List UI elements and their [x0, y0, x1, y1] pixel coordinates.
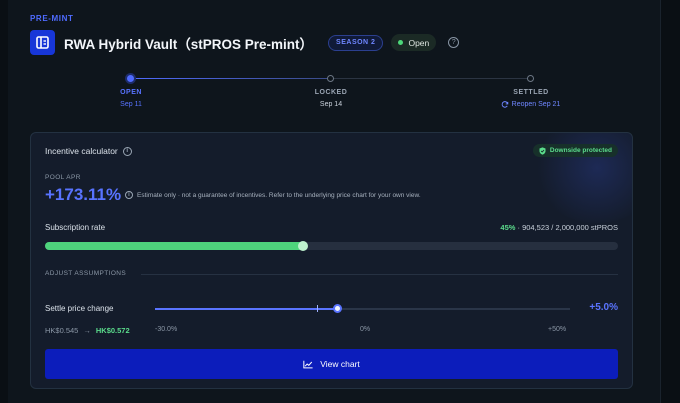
refresh-icon [501, 101, 509, 108]
view-chart-label: View chart [320, 359, 360, 369]
settle-price-value: +5.0% [589, 302, 618, 313]
subscription-progress-knob [297, 241, 308, 251]
range-max-label: +50% [548, 326, 567, 333]
subscription-progress-fill [45, 242, 303, 250]
timeline-date-settled: Reopen Sep 21 [501, 101, 561, 108]
right-scroll-rail[interactable] [660, 0, 680, 403]
settle-slider-handle[interactable] [332, 304, 342, 313]
settle-price-label: Settle price change [45, 304, 114, 313]
status-text: Open [408, 37, 430, 48]
calculator-title: Incentive calculator [45, 146, 118, 156]
title-row: RWA Hybrid Vault（stPROS Pre-mint） SEASON… [30, 30, 460, 55]
subscription-rate-label: Subscription rate [45, 223, 106, 232]
settle-slider-zero-tick [316, 305, 318, 312]
downside-protected-text: Downside protected [549, 147, 612, 154]
status-dot-icon [398, 40, 404, 45]
line-chart-icon [303, 360, 313, 368]
adjust-assumptions-label: ADJUST ASSUMPTIONS [45, 270, 127, 277]
question-circle-icon[interactable]: ? [448, 37, 460, 48]
range-min-label: -30.0% [155, 326, 178, 333]
price-new: HK$0.572 [95, 326, 130, 335]
timeline-date-open: Sep 11 [120, 101, 142, 108]
view-chart-button[interactable]: View chart [45, 349, 618, 379]
subscription-percent: 45% [500, 223, 516, 232]
status-badge: Open [391, 34, 437, 51]
arrow-right-icon: → [83, 326, 91, 335]
timeline-label-locked: LOCKED [314, 89, 348, 96]
settle-price-slider[interactable] [155, 304, 570, 313]
timeline-line-active [131, 78, 331, 79]
info-icon[interactable]: i [122, 146, 132, 156]
page-title: RWA Hybrid Vault（stPROS Pre-mint） [64, 36, 314, 52]
vault-page: PRE-MINT RWA Hybrid Vault（stPROS Pre-min… [0, 0, 680, 403]
range-mid-label: 0% [360, 326, 371, 333]
timeline-dot-open [127, 75, 134, 82]
price-old: HK$0.545 [45, 326, 79, 335]
timeline-dot-locked [327, 75, 334, 82]
vault-logo-icon [30, 30, 55, 55]
apr-disclaimer-text: Estimate only · not a guarantee of incen… [137, 191, 421, 199]
pool-apr-label: POOL APR [45, 174, 81, 181]
downside-protected-badge: Downside protected [532, 144, 618, 157]
shield-check-icon [539, 146, 546, 155]
left-edge [0, 0, 8, 403]
calculator-header: Incentive calculator i [45, 146, 132, 156]
eyebrow-label: PRE-MINT [30, 14, 74, 23]
price-change-row: HK$0.545 → HK$0.572 [45, 326, 130, 335]
timeline-dot-settled [527, 75, 534, 82]
pool-apr-value: +173.11% [45, 185, 122, 204]
timeline-line-rest [331, 78, 531, 79]
apr-disclaimer: i Estimate only · not a guarantee of inc… [125, 191, 421, 199]
timeline-date-settled-text: Reopen Sep 21 [511, 101, 561, 108]
season-badge: SEASON 2 [328, 34, 384, 51]
timeline-label-settled: SETTLED [513, 89, 549, 96]
timeline-label-open: OPEN [120, 89, 142, 96]
settle-slider-fill [155, 308, 337, 310]
phase-timeline: OPEN LOCKED SETTLED Sep 11 Sep 14 Reopen… [30, 70, 633, 115]
assumptions-divider [141, 274, 618, 275]
subscription-rate-value: 45% · 904,523 / 2,000,000 stPROS [500, 223, 618, 232]
subscription-progress-bar [45, 241, 618, 251]
incentive-calculator-card: Incentive calculator i Downside protecte… [30, 132, 633, 389]
timeline-date-locked: Sep 14 [319, 101, 343, 108]
subscription-detail: · 904,523 / 2,000,000 stPROS [515, 223, 619, 232]
disclaimer-info-icon: i [125, 191, 133, 199]
